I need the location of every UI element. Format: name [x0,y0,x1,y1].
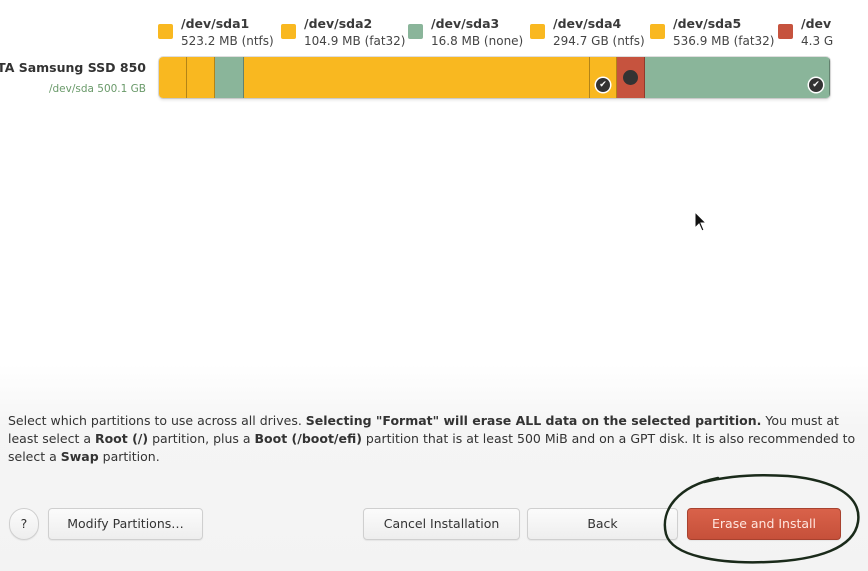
instructions-warning: Selecting "Format" will erase ALL data o… [305,413,762,428]
legend-name: /dev [801,16,832,31]
legend-info: 104.9 MB (fat32) [304,34,406,48]
legend-name: /dev/sda3 [431,16,500,31]
legend-name: /dev/sda1 [181,16,250,31]
checkmark-icon: ✔ [596,78,610,92]
legend-swatch [530,24,545,39]
legend-name: /dev/sda4 [553,16,622,31]
partition-segment-sda1[interactable] [159,57,187,98]
legend-info: 4.3 G [801,34,834,48]
legend-swatch [408,24,423,39]
partition-legend: /dev/sda1 523.2 MB (ntfs) /dev/sda2 104.… [158,14,868,54]
instructions-root: Root (/) [94,431,149,446]
annotation-circle [663,474,860,564]
instructions-text: Select which partitions to use across al… [8,413,306,428]
modify-partitions-button[interactable]: Modify Partitions… [48,508,203,540]
instructions-text: partition. [98,449,160,464]
drive-path: /dev/sda 500.1 GB [48,83,146,95]
swap-dot-icon [623,70,638,85]
partition-bar: ✔ ✔ [159,57,830,98]
instructions-boot: Boot (/boot/efi) [254,431,362,446]
partition-instructions: Select which partitions to use across al… [8,412,858,466]
drive-name: ATA Samsung SSD 850 [0,60,146,75]
instructions-swap: Swap [60,449,99,464]
instructions-text: partition, plus a [148,431,255,446]
legend-swatch [650,24,665,39]
legend-name: /dev/sda5 [673,16,742,31]
legend-info: 523.2 MB (ntfs) [181,34,274,48]
legend-swatch [778,24,793,39]
partition-segment-sda7[interactable] [645,57,830,98]
mouse-pointer-icon [694,211,708,232]
legend-info: 536.9 MB (fat32) [673,34,775,48]
help-button[interactable]: ? [9,508,39,540]
partition-segment-sda4[interactable] [244,57,590,98]
back-button[interactable]: Back [527,508,678,540]
legend-name: /dev/sda2 [304,16,373,31]
legend-swatch [281,24,296,39]
partition-segment-sda3[interactable] [215,57,244,98]
cancel-installation-button[interactable]: Cancel Installation [363,508,520,540]
checkmark-icon: ✔ [809,78,823,92]
legend-info: 294.7 GB (ntfs) [553,34,645,48]
legend-info: 16.8 MB (none) [431,34,524,48]
legend-swatch [158,24,173,39]
partition-segment-sda2[interactable] [187,57,215,98]
